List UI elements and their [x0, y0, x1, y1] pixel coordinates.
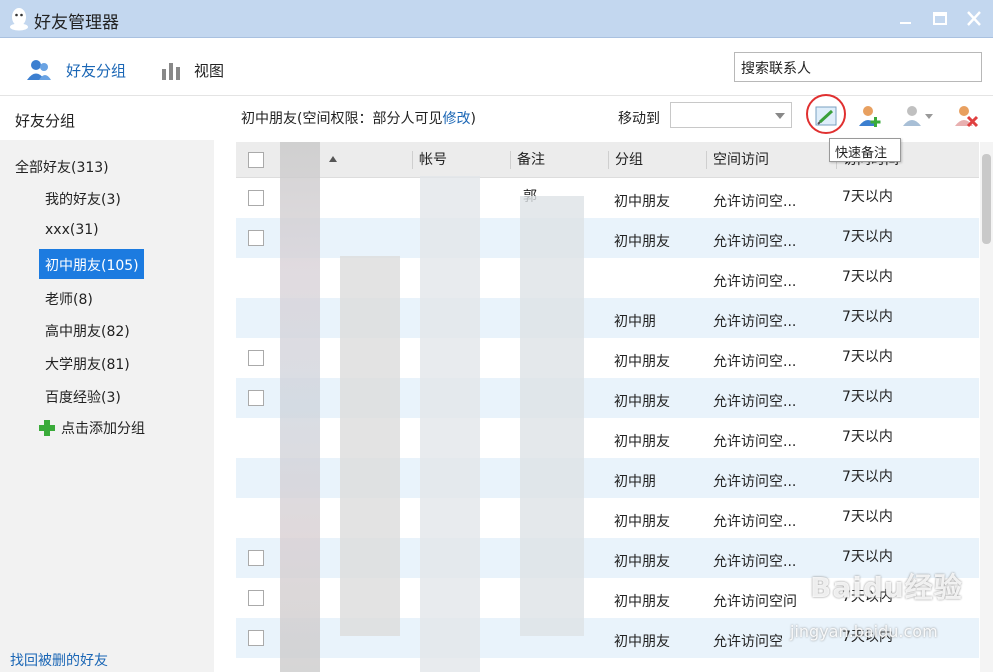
row-checkbox[interactable] — [248, 590, 264, 606]
redacted-nicknames — [340, 256, 400, 636]
add-friend-icon[interactable] — [856, 102, 884, 130]
select-all-checkbox[interactable] — [248, 152, 264, 168]
row-checkbox[interactable] — [248, 350, 264, 366]
baidu-watermark: Baidu经验 — [810, 571, 963, 604]
sidebar-item-all-friends[interactable]: 全部好友(313) — [9, 151, 115, 181]
delete-friend-icon[interactable] — [952, 102, 980, 130]
row-access: 允许访问空... — [713, 234, 797, 250]
recover-deleted-link[interactable]: 找回被删的好友 — [10, 650, 108, 670]
toolbar: 好友分组 视图 搜索联系人 — [0, 38, 993, 96]
move-to-select[interactable] — [670, 102, 792, 128]
sidebar-header: 好友分组 — [0, 96, 214, 140]
row-group: 初中朋友 — [614, 394, 670, 410]
row-time: 7天以内 — [842, 269, 893, 285]
chevron-down-icon — [775, 113, 785, 119]
column-group[interactable]: 分组 — [608, 151, 643, 169]
row-checkbox[interactable] — [248, 230, 264, 246]
group-permission-text: 初中朋友(空间权限：部分人可见修改) — [241, 108, 476, 128]
window-title: 好友管理器 — [34, 13, 119, 33]
row-group: 初中朋友 — [614, 434, 670, 450]
users-icon — [27, 60, 51, 80]
row-checkbox[interactable] — [248, 550, 264, 566]
row-group: 初中朋友 — [614, 514, 670, 530]
minimize-icon[interactable] — [896, 10, 916, 28]
column-remark[interactable]: 备注 — [510, 151, 545, 169]
redacted-avatars — [280, 142, 320, 672]
sidebar-item-xxx[interactable]: xxx(31) — [39, 216, 105, 246]
row-time: 7天以内 — [842, 349, 893, 365]
row-access: 允许访问空... — [713, 194, 797, 210]
row-group: 初中朋友 — [614, 354, 670, 370]
quick-remark-tooltip: 快速备注 — [829, 138, 901, 162]
sidebar-item-teachers[interactable]: 老师(8) — [39, 283, 99, 313]
sidebar: 好友分组 全部好友(313) 我的好友(3) xxx(31) 初中朋友(105)… — [0, 96, 214, 672]
title-bar: 好友管理器 — [0, 0, 993, 38]
edit-permission-link[interactable]: 修改 — [442, 111, 470, 127]
row-group: 初中朋 — [614, 314, 656, 330]
row-access: 允许访问空... — [713, 554, 797, 570]
plus-icon — [39, 420, 55, 436]
quick-remark-icon[interactable] — [812, 102, 840, 130]
add-group-button[interactable]: 点击添加分组 — [38, 418, 145, 438]
row-time: 7天以内 — [842, 389, 893, 405]
qq-penguin-icon — [10, 8, 28, 31]
row-checkbox[interactable] — [248, 630, 264, 646]
permission-prefix: 初中朋友(空间权限：部分人可见 — [241, 111, 443, 127]
search-input[interactable]: 搜索联系人 — [734, 52, 982, 82]
row-access: 允许访问空问 — [713, 594, 797, 610]
baidu-watermark-url: jingyan.baidu.com — [790, 622, 938, 641]
permission-suffix: ) — [470, 111, 476, 127]
sidebar-item-my-friends[interactable]: 我的好友(3) — [39, 183, 127, 213]
sidebar-item-university[interactable]: 大学朋友(81) — [39, 348, 136, 378]
redacted-accounts — [420, 176, 480, 672]
table-row[interactable]: 初中朋友 允许访问空... 7天以内 — [236, 218, 979, 258]
add-group-label: 点击添加分组 — [61, 421, 145, 437]
row-time: 7天以内 — [842, 229, 893, 245]
close-icon[interactable] — [964, 10, 984, 28]
row-group: 初中朋友 — [614, 194, 670, 210]
row-checkbox[interactable] — [248, 190, 264, 206]
row-time: 7天以内 — [842, 429, 893, 445]
row-access: 允许访问空... — [713, 514, 797, 530]
row-access: 允许访问空... — [713, 474, 797, 490]
row-group: 初中朋 — [614, 474, 656, 490]
scrollbar-thumb[interactable] — [982, 154, 991, 244]
row-time: 7天以内 — [842, 309, 893, 325]
sidebar-item-baidu-jingyan[interactable]: 百度经验(3) — [39, 381, 127, 411]
row-time: 7天以内 — [842, 549, 893, 565]
sidebar-item-middle-school[interactable]: 初中朋友(105) — [39, 249, 144, 279]
row-time: 7天以内 — [842, 509, 893, 525]
bar-chart-icon — [162, 63, 180, 80]
tab-friend-groups[interactable]: 好友分组 — [26, 58, 126, 82]
maximize-icon[interactable] — [930, 10, 950, 28]
move-friend-icon[interactable] — [900, 102, 936, 130]
sort-asc-icon[interactable] — [328, 155, 338, 163]
row-access: 允许访问空 — [713, 634, 783, 650]
move-to-label: 移动到 — [618, 111, 660, 127]
row-checkbox[interactable] — [248, 390, 264, 406]
row-group: 初中朋友 — [614, 594, 670, 610]
row-group: 初中朋友 — [614, 634, 670, 650]
row-access: 允许访问空... — [713, 434, 797, 450]
row-group: 初中朋友 — [614, 234, 670, 250]
row-time: 7天以内 — [842, 469, 893, 485]
tab-view-label: 视图 — [194, 61, 225, 80]
row-access: 允许访问空... — [713, 354, 797, 370]
redacted-remarks — [520, 196, 584, 636]
column-account[interactable]: 帐号 — [412, 151, 447, 169]
row-access: 允许访问空... — [713, 274, 797, 290]
table-row[interactable]: 郭 初中朋友 允许访问空... 7天以内 — [236, 178, 979, 218]
column-space-access[interactable]: 空间访问 — [706, 151, 769, 169]
sidebar-item-high-school[interactable]: 高中朋友(82) — [39, 315, 136, 345]
row-access: 允许访问空... — [713, 394, 797, 410]
tab-view[interactable]: 视图 — [160, 58, 224, 82]
row-group: 初中朋友 — [614, 554, 670, 570]
row-time: 7天以内 — [842, 189, 893, 205]
row-access: 允许访问空... — [713, 314, 797, 330]
vertical-scrollbar[interactable] — [980, 142, 993, 672]
tab-friend-groups-label: 好友分组 — [66, 61, 127, 80]
